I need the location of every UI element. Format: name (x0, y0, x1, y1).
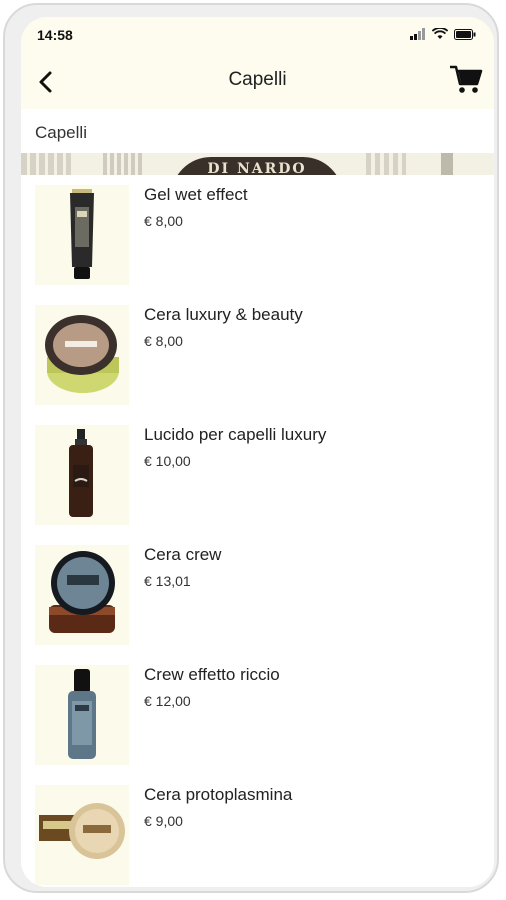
product-image (35, 425, 129, 525)
product-item[interactable]: Cera crew € 13,01 (21, 535, 494, 655)
product-list: Gel wet effect € 8,00 Cera luxury & beau… (21, 175, 494, 887)
product-name: Cera luxury & beauty (144, 305, 303, 324)
category-banner: DI NARDO (21, 153, 494, 175)
product-image (35, 665, 129, 765)
cart-button[interactable] (448, 61, 484, 97)
product-price: € 8,00 (144, 213, 183, 229)
product-image (35, 785, 129, 885)
status-bar: 14:58 (21, 17, 494, 53)
product-name: Cera crew (144, 545, 222, 564)
product-name: Cera protoplasmina (144, 785, 293, 804)
wifi-icon (432, 28, 448, 40)
signal-icon (410, 28, 426, 40)
banner-pattern (366, 153, 406, 175)
product-item[interactable]: Crew effetto riccio € 12,00 (21, 655, 494, 775)
status-icons (410, 28, 476, 40)
product-name: Crew effetto riccio (144, 665, 280, 684)
brand-logo: DI NARDO (171, 157, 343, 175)
page-title: Capelli (228, 69, 287, 90)
banner-pattern (441, 153, 453, 175)
product-name: Lucido per capelli luxury (144, 425, 327, 444)
product-image (35, 185, 129, 285)
product-name: Gel wet effect (144, 185, 248, 204)
status-time: 14:58 (37, 27, 73, 43)
banner-pattern (103, 153, 143, 175)
product-price: € 8,00 (144, 333, 183, 349)
product-price: € 12,00 (144, 693, 191, 709)
product-price: € 10,00 (144, 453, 191, 469)
banner-pattern (21, 153, 71, 175)
product-image (35, 305, 129, 405)
product-image (35, 545, 129, 645)
product-item[interactable]: Gel wet effect € 8,00 (21, 175, 494, 295)
battery-icon (454, 28, 476, 40)
app-screen: 14:58 Capelli Capelli DI NARDO Gel wet e… (21, 17, 494, 887)
app-header: Capelli (21, 53, 494, 109)
cart-icon (448, 61, 484, 97)
product-item[interactable]: Cera protoplasmina € 9,00 (21, 775, 494, 887)
breadcrumb-label: Capelli (35, 123, 87, 142)
product-item[interactable]: Lucido per capelli luxury € 10,00 (21, 415, 494, 535)
brand-logo-text: DI NARDO (207, 161, 307, 175)
breadcrumb: Capelli (21, 109, 494, 153)
product-price: € 9,00 (144, 813, 183, 829)
product-item[interactable]: Cera luxury & beauty € 8,00 (21, 295, 494, 415)
product-price: € 13,01 (144, 573, 191, 589)
device-frame: 14:58 Capelli Capelli DI NARDO Gel wet e… (3, 3, 499, 893)
